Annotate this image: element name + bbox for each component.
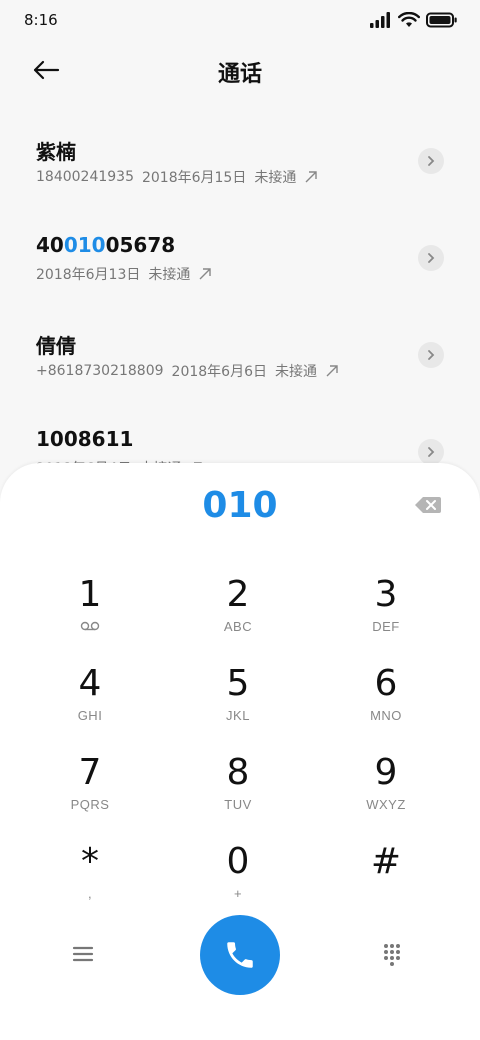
call-log-list: 紫楠 18400241935 2018年6月15日 未接通 4001005678… (0, 112, 480, 500)
call-detail-button[interactable] (418, 342, 444, 368)
call-meta: 18400241935 2018年6月15日 未接通 (36, 167, 318, 187)
dialpad-icon (384, 944, 400, 966)
key-5[interactable]: 5 JKL (178, 662, 298, 742)
contact-name: 4001005678 (36, 233, 176, 257)
app-header: 通话 (0, 40, 480, 100)
call-detail-button[interactable] (418, 439, 444, 465)
chevron-right-icon (428, 253, 435, 263)
outgoing-arrow-icon (199, 268, 212, 280)
battery-icon (426, 12, 457, 28)
call-meta: 2018年6月13日 未接通 (36, 264, 212, 284)
call-status: 未接通 (254, 170, 297, 186)
wifi-icon (398, 12, 420, 27)
call-status: 未接通 (148, 267, 191, 283)
status-time: 8:16 (24, 11, 58, 29)
key-0[interactable]: 0 + (178, 840, 298, 920)
call-log-item[interactable]: 倩倩 +8618730218809 2018年6月6日 未接通 (0, 306, 480, 403)
dialpad-toggle-button[interactable] (382, 943, 408, 969)
status-icons (370, 10, 458, 30)
call-date: 2018年6月15日 (141, 170, 247, 186)
key-star[interactable]: * , (30, 840, 150, 920)
menu-button[interactable] (72, 945, 98, 969)
dialer-bottom-bar (0, 915, 480, 999)
call-meta: +8618730218809 2018年6月6日 未接通 (36, 361, 339, 381)
call-number: +8618730218809 (36, 363, 164, 379)
dialed-number[interactable]: 010 (0, 485, 480, 526)
voicemail-icon (30, 619, 150, 634)
dialer-sheet: 010 1 2 ABC 3 DEF 4 GHI 5 JKL 6 MNO 7 PQ… (0, 463, 480, 1040)
backspace-icon (415, 497, 441, 513)
key-2[interactable]: 2 ABC (178, 573, 298, 653)
chevron-right-icon (428, 447, 435, 457)
call-detail-button[interactable] (418, 245, 444, 271)
chevron-right-icon (428, 156, 435, 166)
status-bar: 8:16 (0, 0, 480, 40)
contact-name: 倩倩 (36, 334, 76, 358)
key-hash[interactable]: # (326, 840, 446, 920)
call-number: 18400241935 (36, 169, 134, 185)
outgoing-arrow-icon (326, 365, 338, 377)
contact-name: 紫楠 (36, 140, 76, 164)
call-log-item[interactable]: 4001005678 2018年6月13日 未接通 (0, 209, 480, 306)
chevron-right-icon (428, 350, 435, 360)
key-1[interactable]: 1 (30, 573, 150, 653)
page-title: 通话 (217, 62, 262, 87)
key-9[interactable]: 9 WXYZ (326, 751, 446, 831)
call-detail-button[interactable] (418, 148, 444, 174)
call-status: 未接通 (274, 364, 317, 380)
key-7[interactable]: 7 PQRS (30, 751, 150, 831)
phone-icon (227, 942, 253, 968)
key-4[interactable]: 4 GHI (30, 662, 150, 742)
call-button[interactable] (200, 915, 280, 995)
call-log-item[interactable]: 紫楠 18400241935 2018年6月15日 未接通 (0, 112, 480, 209)
call-date: 2018年6月13日 (36, 267, 141, 283)
call-date: 2018年6月6日 (171, 364, 267, 380)
contact-name: 1008611 (36, 427, 134, 451)
backspace-button[interactable] (414, 495, 444, 519)
signal-icon (370, 12, 390, 28)
key-6[interactable]: 6 MNO (326, 662, 446, 742)
outgoing-arrow-icon (305, 171, 318, 183)
menu-icon (72, 946, 94, 962)
key-8[interactable]: 8 TUV (178, 751, 298, 831)
key-3[interactable]: 3 DEF (326, 573, 446, 653)
